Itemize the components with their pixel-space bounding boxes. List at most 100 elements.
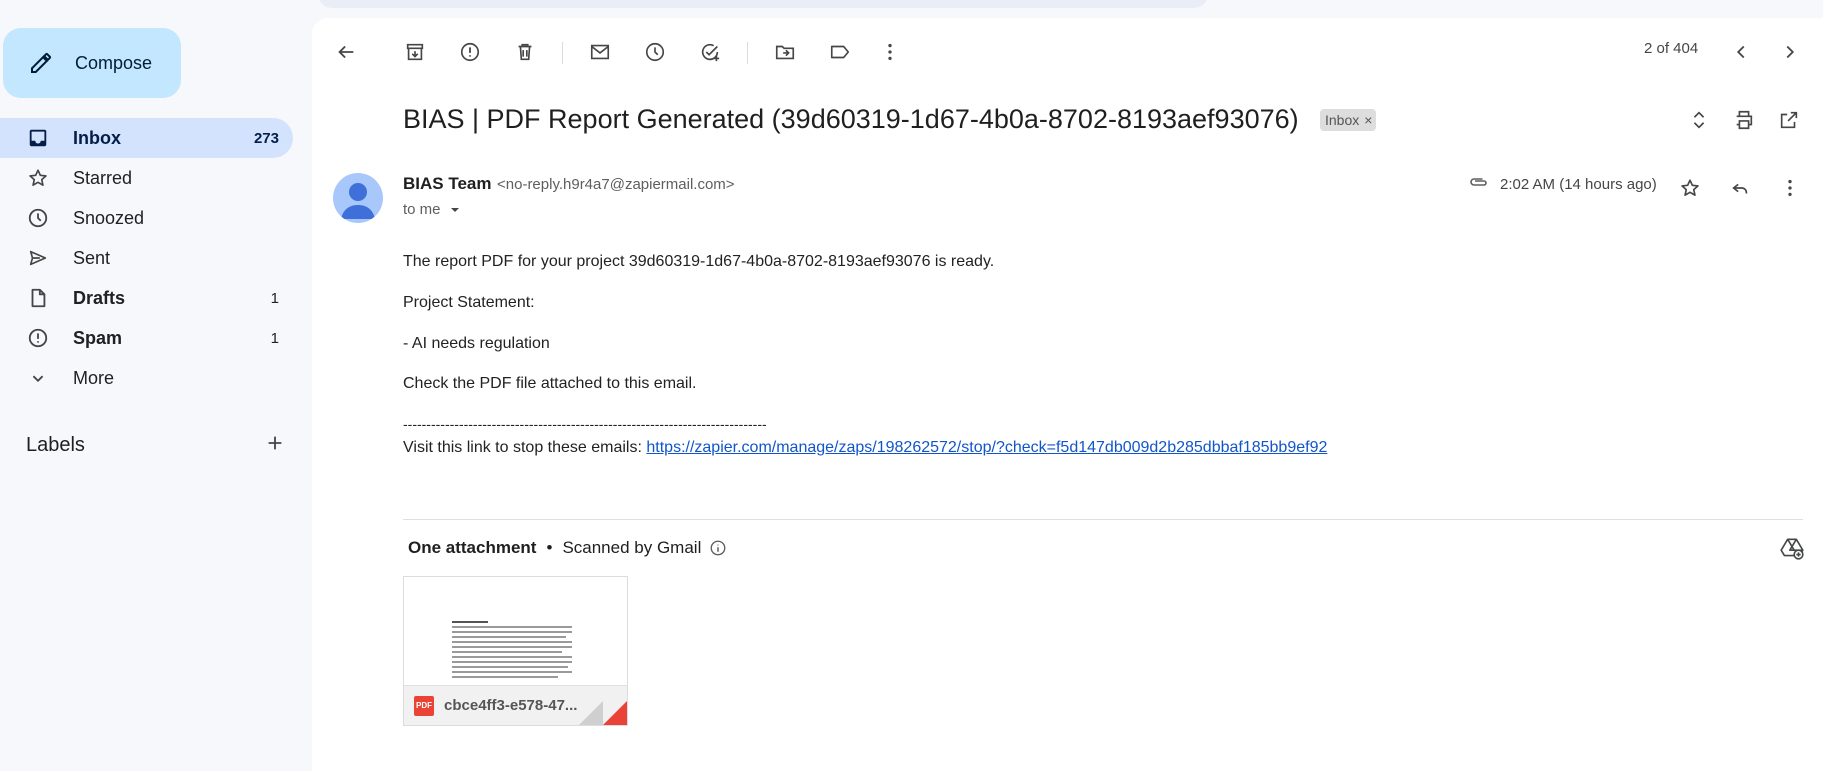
folder-move-icon [775, 45, 795, 60]
sidebar-item-label: Spam [73, 327, 123, 348]
sidebar-item-label: Starred [73, 167, 133, 188]
message-more-button[interactable] [1772, 170, 1808, 206]
sidebar-item-label: Sent [73, 247, 111, 268]
search-bar[interactable] [318, 0, 1208, 8]
archive-icon [406, 43, 424, 61]
recipient-details[interactable]: to me [403, 201, 463, 218]
sidebar-item-drafts[interactable]: Drafts 1 [0, 278, 293, 318]
message-view: 2 of 404 BIAS | PDF Report Generated (39… [312, 18, 1823, 771]
email-subject: BIAS | PDF Report Generated (39d60319-1d… [403, 104, 1299, 134]
report-icon [460, 42, 480, 62]
expand-all-button[interactable] [1681, 102, 1717, 138]
caret-down-icon [450, 207, 459, 212]
add-to-drive-icon[interactable] [1779, 535, 1805, 561]
delete-button[interactable] [505, 32, 545, 72]
pdf-thumbnail [452, 621, 572, 681]
label-chip[interactable]: Inbox × [1320, 109, 1377, 131]
archive-button[interactable] [395, 32, 435, 72]
sidebar-nav: Inbox 273 Starred Snoozed Sent Drafts 1 … [0, 118, 293, 398]
label-chip-text: Inbox [1325, 112, 1360, 128]
open-new-window-button[interactable] [1771, 102, 1807, 138]
unread-count: 1 [270, 329, 279, 347]
sidebar-item-label: More [73, 367, 115, 388]
labels-title: Labels [26, 434, 85, 456]
unread-count: 273 [253, 129, 279, 147]
attachment-count: One attachment [408, 538, 537, 557]
remove-label-button[interactable]: × [1364, 112, 1372, 128]
attachment-header: One attachment • Scanned by Gmail [408, 538, 727, 558]
older-button[interactable] [1770, 32, 1810, 72]
unfold-icon [1693, 111, 1705, 129]
sidebar-item-spam[interactable]: Spam 1 [0, 318, 293, 358]
move-to-button[interactable] [765, 32, 805, 72]
add-label-button[interactable] [264, 432, 286, 459]
body-paragraph: - AI needs regulation [403, 335, 550, 352]
body-paragraph: The report PDF for your project 39d60319… [403, 253, 995, 270]
pdf-file-icon: PDF [414, 695, 434, 716]
more-vert-icon [888, 43, 892, 61]
chevron-left-icon [1736, 45, 1745, 59]
toolbar-divider [562, 42, 563, 64]
print-button[interactable] [1726, 102, 1762, 138]
compose-button[interactable]: Compose [3, 28, 181, 98]
unsubscribe-text: Visit this link to stop these emails: [403, 439, 647, 456]
more-vert-icon [1788, 179, 1792, 197]
draft-icon [27, 287, 49, 309]
body-separator: ----------------------------------------… [403, 416, 767, 432]
label-icon [830, 45, 850, 59]
sender-email: <no-reply.h9r4a7@zapiermail.com> [497, 176, 735, 193]
mark-unread-button[interactable] [580, 32, 620, 72]
pencil-icon [31, 53, 51, 73]
sidebar-item-label: Snoozed [73, 207, 145, 228]
sidebar-item-starred[interactable]: Starred [0, 158, 293, 198]
sidebar: Compose Inbox 273 Starred Snoozed Sent D… [0, 0, 312, 771]
trash-icon [518, 43, 532, 61]
attachment-clip-icon [1470, 178, 1487, 186]
back-button[interactable] [326, 32, 366, 72]
sidebar-item-label: Drafts [73, 287, 126, 308]
star-icon [1681, 179, 1699, 196]
email-timestamp: 2:02 AM (14 hours ago) [1500, 176, 1657, 193]
snooze-button[interactable] [635, 32, 675, 72]
inbox-icon [27, 127, 49, 149]
star-icon [27, 167, 49, 189]
recipient-label: to me [403, 201, 441, 218]
unsubscribe-link[interactable]: https://zapier.com/manage/zaps/198262572… [646, 439, 1327, 456]
report-spam-button[interactable] [450, 32, 490, 72]
scan-note: Scanned by Gmail [562, 538, 702, 557]
send-icon [27, 247, 49, 269]
plus-icon [268, 436, 282, 450]
attachment-card[interactable]: PDF cbce4ff3-e578-47... [403, 576, 628, 726]
clock-icon [645, 42, 665, 62]
more-options-button[interactable] [870, 32, 910, 72]
star-button[interactable] [1672, 170, 1708, 206]
labels-section: Labels [26, 432, 286, 459]
unsubscribe-line: Visit this link to stop these emails: ht… [403, 439, 1327, 457]
info-icon[interactable] [709, 539, 727, 557]
compose-label: Compose [75, 52, 153, 73]
avatar[interactable] [333, 173, 383, 223]
reply-button[interactable] [1722, 170, 1758, 206]
sidebar-item-more[interactable]: More [0, 358, 293, 398]
unread-count: 1 [270, 289, 279, 307]
mail-icon [590, 44, 610, 60]
pagination-count: 2 of 404 [1644, 40, 1699, 57]
spam-icon [27, 327, 49, 349]
task-add-icon [701, 43, 720, 62]
add-task-button[interactable] [690, 32, 730, 72]
open-in-new-icon [1780, 111, 1798, 129]
sidebar-item-sent[interactable]: Sent [0, 238, 293, 278]
toolbar-divider [747, 42, 748, 64]
sidebar-item-snoozed[interactable]: Snoozed [0, 198, 293, 238]
sidebar-item-inbox[interactable]: Inbox 273 [0, 118, 293, 158]
chevron-right-icon [1786, 45, 1795, 59]
attachment-filename: cbce4ff3-e578-47... [444, 697, 578, 714]
reply-icon [1732, 183, 1748, 194]
sender-name[interactable]: BIAS Team [403, 174, 492, 194]
label-button[interactable] [820, 32, 860, 72]
newer-button[interactable] [1721, 32, 1761, 72]
sidebar-item-label: Inbox [73, 127, 121, 148]
attachment-divider [403, 519, 1803, 520]
chevron-down-icon [27, 367, 49, 389]
body-paragraph: Check the PDF file attached to this emai… [403, 375, 697, 392]
